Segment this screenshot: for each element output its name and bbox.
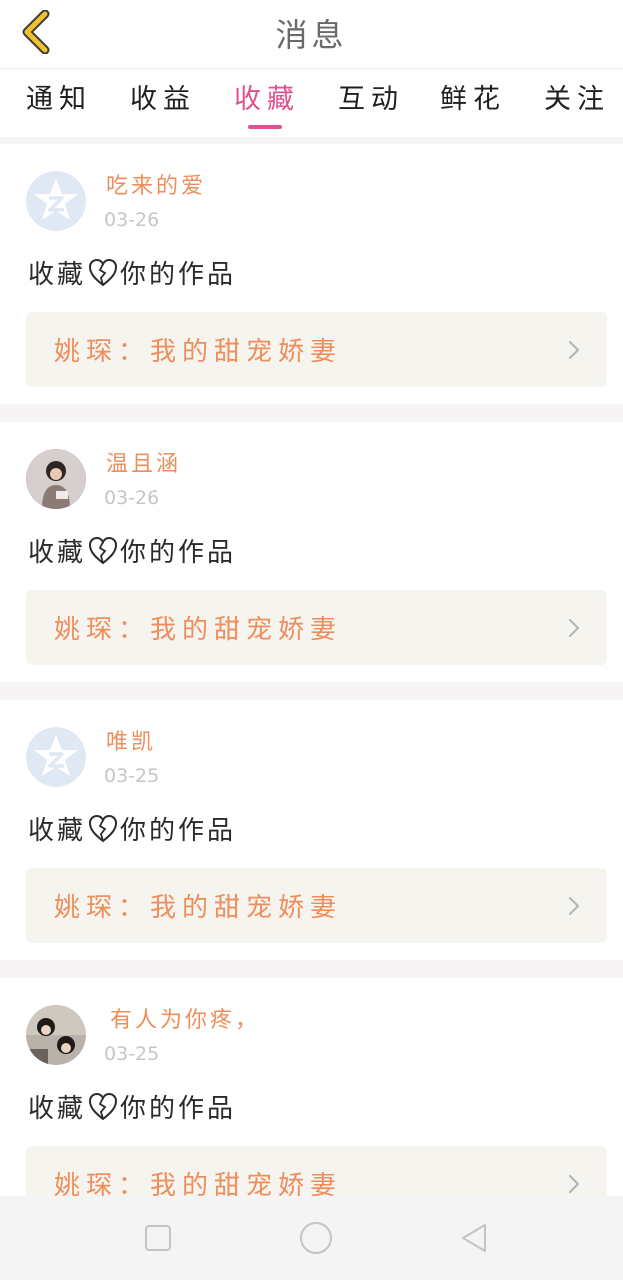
chevron-right-icon — [568, 340, 580, 360]
header: 消息 — [0, 0, 623, 68]
chevron-right-icon — [568, 896, 580, 916]
home-button[interactable] — [296, 1218, 336, 1258]
tab-notifications[interactable]: 通知 — [26, 77, 92, 129]
action-text: 收藏 你的作品 — [28, 532, 236, 569]
message-card: 吃来的爱 03-26 收藏 你的作品 姚琛：我的甜宠娇妻 — [0, 144, 623, 404]
avatar[interactable] — [26, 171, 86, 231]
work-title: 姚琛：我的甜宠娇妻 — [54, 615, 343, 645]
message-card: 温且涵 03-26 收藏 你的作品 姚琛：我的甜宠娇妻 — [0, 422, 623, 682]
action-verb: 收藏 — [28, 260, 87, 290]
avatar[interactable] — [26, 727, 86, 787]
system-nav-bar — [0, 1196, 623, 1280]
username[interactable]: 吃来的爱 — [106, 168, 206, 200]
action-object: 你的作品 — [120, 816, 237, 846]
action-text: 收藏 你的作品 — [28, 254, 236, 291]
action-object: 你的作品 — [120, 1094, 237, 1124]
broken-heart-icon — [89, 536, 118, 564]
message-card: 唯凯 03-25 收藏 你的作品 姚琛：我的甜宠娇妻 — [0, 700, 623, 960]
default-star-avatar-icon — [26, 171, 86, 231]
work-title: 姚琛：我的甜宠娇妻 — [54, 337, 343, 367]
username[interactable]: 有人为你疼， — [110, 1002, 260, 1034]
page-title: 消息 — [275, 16, 348, 54]
broken-heart-icon — [89, 814, 118, 842]
photo-avatar-child-icon — [26, 449, 86, 509]
tab-favorites[interactable]: 收藏 — [234, 77, 300, 129]
work-link[interactable]: 姚琛：我的甜宠娇妻 — [26, 590, 607, 665]
broken-heart-icon — [89, 258, 118, 286]
circle-icon — [300, 1222, 332, 1254]
avatar[interactable] — [26, 1005, 86, 1065]
message-date: 03-25 — [104, 1043, 160, 1065]
back-nav-button[interactable] — [454, 1218, 494, 1258]
work-title: 姚琛：我的甜宠娇妻 — [54, 893, 343, 923]
message-date: 03-25 — [104, 765, 160, 787]
triangle-back-icon — [462, 1224, 486, 1252]
action-object: 你的作品 — [120, 538, 237, 568]
tab-earnings[interactable]: 收益 — [130, 77, 196, 129]
chevron-right-icon — [568, 618, 580, 638]
tab-following[interactable]: 关注 — [544, 77, 610, 129]
tab-interactions[interactable]: 互动 — [338, 77, 404, 129]
work-link[interactable]: 姚琛：我的甜宠娇妻 — [26, 868, 607, 943]
username[interactable]: 唯凯 — [106, 724, 156, 756]
square-icon — [145, 1225, 171, 1251]
work-link[interactable]: 姚琛：我的甜宠娇妻 — [26, 312, 607, 387]
message-date: 03-26 — [104, 209, 160, 231]
active-tab-indicator — [248, 125, 282, 129]
action-verb: 收藏 — [28, 538, 87, 568]
app-root: 消息 通知 收益 收藏 互动 鲜花 关注 吃来的爱 03-26 收藏 你的作品 … — [0, 0, 623, 1280]
action-text: 收藏 你的作品 — [28, 1088, 236, 1125]
username[interactable]: 温且涵 — [106, 446, 181, 478]
chevron-right-icon — [568, 1174, 580, 1194]
action-object: 你的作品 — [120, 260, 237, 290]
action-verb: 收藏 — [28, 816, 87, 846]
tab-bar: 通知 收益 收藏 互动 鲜花 关注 — [0, 68, 623, 137]
action-text: 收藏 你的作品 — [28, 810, 236, 847]
avatar[interactable] — [26, 449, 86, 509]
action-verb: 收藏 — [28, 1094, 87, 1124]
recent-apps-button[interactable] — [138, 1218, 178, 1258]
tab-flowers[interactable]: 鲜花 — [440, 77, 506, 129]
broken-heart-icon — [89, 1092, 118, 1120]
default-star-avatar-icon — [26, 727, 86, 787]
message-date: 03-26 — [104, 487, 160, 509]
photo-avatar-couple-icon — [26, 1005, 86, 1065]
